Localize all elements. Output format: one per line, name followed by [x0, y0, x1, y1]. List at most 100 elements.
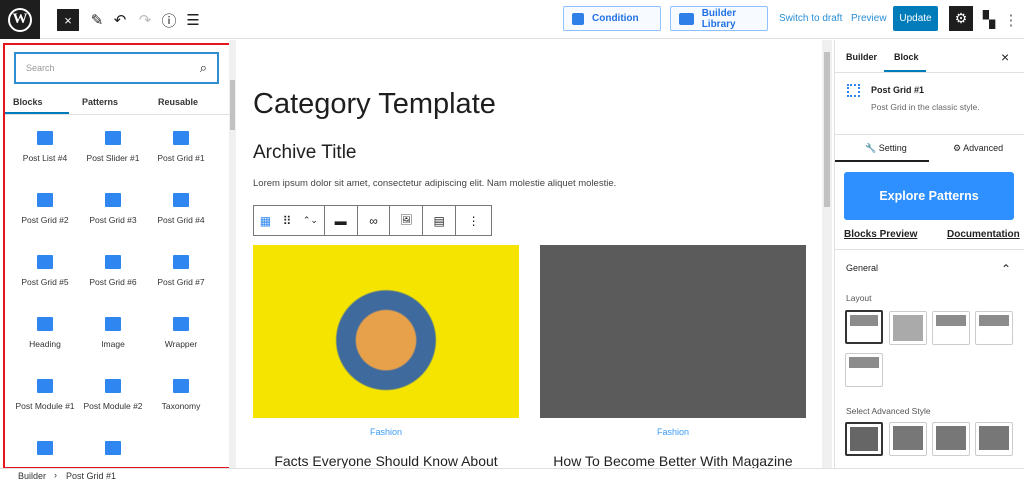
more-options-icon[interactable]: ⋮ — [1004, 9, 1019, 31]
block-icon — [37, 131, 53, 145]
tab-reusable[interactable]: Reusable — [158, 97, 198, 107]
general-section-header[interactable]: General — [846, 263, 878, 273]
settings-gear-button[interactable]: ⚙ — [949, 6, 973, 31]
block-icon — [37, 317, 53, 331]
condition-button[interactable]: Condition — [563, 6, 661, 31]
block-item[interactable]: Post Grid #6 — [79, 255, 147, 287]
close-inserter-button[interactable]: × — [57, 9, 79, 31]
block-item[interactable]: Post Module #2 — [79, 379, 147, 411]
style-option-2[interactable] — [889, 422, 927, 456]
archive-description[interactable]: Lorem ipsum dolor sit amet, consectetur … — [253, 178, 616, 189]
block-item[interactable]: Post List #4 — [11, 131, 79, 163]
block-toolbar: ▦ ⠿ ⌃⌄ ▬ ∞ 🖼 ▤ ⋮ — [253, 205, 492, 236]
block-item[interactable] — [11, 441, 79, 463]
block-item[interactable]: Post Slider #1 — [79, 131, 147, 163]
post-title[interactable]: Facts Everyone Should Know About — [253, 453, 519, 468]
block-icon — [105, 193, 121, 207]
preview-button[interactable]: Preview — [851, 13, 887, 24]
archive-title[interactable]: Archive Title — [253, 142, 356, 164]
edit-tool-icon[interactable]: ✎ — [86, 9, 108, 31]
search-input[interactable]: Search ⌕ — [14, 52, 219, 84]
tab-divider — [5, 114, 229, 115]
layout-option-1[interactable] — [845, 310, 883, 344]
tab-block[interactable]: Block — [894, 52, 919, 62]
block-icon — [105, 255, 121, 269]
layout-option-2[interactable] — [889, 311, 927, 345]
post-image-woman-yellow[interactable] — [253, 245, 519, 418]
block-icon — [105, 131, 121, 145]
block-label: Post List #4 — [22, 153, 68, 163]
post-category[interactable]: Fashion — [253, 427, 519, 437]
link-icon[interactable]: ∞ — [358, 206, 391, 235]
redo-icon[interactable]: ↷ — [134, 9, 156, 31]
builder-library-button[interactable]: Builder Library — [670, 6, 768, 31]
more-options-icon[interactable]: ⋮ — [456, 206, 491, 235]
block-icon — [173, 317, 189, 331]
library-icon — [679, 12, 694, 25]
post-image-flatlay[interactable] — [540, 245, 806, 418]
editor-canvas: Category Template Archive Title Lorem ip… — [236, 40, 822, 468]
canvas-scrollbar[interactable] — [822, 40, 832, 468]
layout-option-3[interactable] — [932, 311, 970, 345]
block-item[interactable] — [79, 441, 147, 463]
post-category[interactable]: Fashion — [540, 427, 806, 437]
block-item[interactable]: Post Grid #5 — [11, 255, 79, 287]
block-item[interactable]: Taxonomy — [147, 379, 215, 411]
block-item[interactable]: Post Grid #3 — [79, 193, 147, 225]
image-icon[interactable]: 🖼 — [390, 206, 424, 235]
close-sidebar-icon[interactable]: × — [1001, 49, 1009, 65]
layout-option-4[interactable] — [975, 311, 1013, 345]
tab-advanced[interactable]: ⚙ Advanced — [953, 143, 1003, 154]
block-label: Post Grid #7 — [157, 277, 205, 287]
post-grid-block-icon[interactable]: ▦ — [260, 214, 271, 228]
block-item[interactable]: Wrapper — [147, 317, 215, 349]
block-item[interactable]: Post Module #1 — [11, 379, 79, 411]
post-title[interactable]: How To Become Better With Magazine — [540, 453, 806, 468]
layout-option-5[interactable] — [845, 353, 883, 387]
block-label: Post Grid #3 — [89, 215, 137, 225]
drag-handle-icon[interactable]: ⠿ — [283, 214, 292, 228]
undo-icon[interactable]: ↶ — [109, 9, 131, 31]
explore-patterns-button[interactable]: Explore Patterns — [844, 172, 1014, 220]
advanced-label: Advanced — [963, 143, 1004, 153]
block-item[interactable]: Post Grid #7 — [147, 255, 215, 287]
tab-blocks[interactable]: Blocks — [13, 97, 43, 107]
block-item[interactable]: Post Grid #4 — [147, 193, 215, 225]
style-option-3[interactable] — [932, 422, 970, 456]
block-icon — [105, 317, 121, 331]
tab-builder[interactable]: Builder — [846, 52, 877, 62]
update-button[interactable]: Update — [893, 6, 938, 31]
block-label: Post Module #1 — [15, 401, 75, 411]
tab-setting[interactable]: 🔧 Setting — [865, 143, 907, 154]
info-icon[interactable]: ⓘ — [158, 9, 180, 31]
block-icon — [173, 193, 189, 207]
block-item[interactable]: Post Grid #1 — [147, 131, 215, 163]
documentation-link[interactable]: Documentation — [947, 229, 1020, 240]
block-item[interactable]: Heading — [11, 317, 79, 349]
block-item[interactable]: Post Grid #2 — [11, 193, 79, 225]
wordpress-logo-button[interactable]: W — [0, 0, 40, 39]
style-option-1[interactable] — [845, 422, 883, 456]
page-title[interactable]: Category Template — [253, 88, 496, 121]
inserter-scrollbar[interactable] — [229, 40, 236, 468]
layout-blocks-icon[interactable]: ▚ — [978, 9, 1000, 31]
list-view-icon[interactable]: ☰ — [182, 9, 204, 31]
search-placeholder: Search — [26, 63, 55, 73]
advanced-style-label: Select Advanced Style — [846, 406, 931, 416]
move-up-down-icon[interactable]: ⌃⌄ — [303, 215, 318, 226]
style-option-4[interactable] — [975, 422, 1013, 456]
table-icon[interactable]: ▤ — [423, 206, 457, 235]
breadcrumb-post-grid[interactable]: Post Grid #1 — [66, 471, 116, 481]
breadcrumb: Builder › Post Grid #1 — [0, 468, 1024, 482]
block-icon — [37, 193, 53, 207]
block-label: Post Grid #1 — [157, 153, 205, 163]
tab-patterns[interactable]: Patterns — [82, 97, 118, 107]
blocks-preview-link[interactable]: Blocks Preview — [844, 229, 917, 240]
block-icon — [105, 441, 121, 455]
align-icon[interactable]: ▬ — [325, 206, 358, 235]
block-item[interactable]: Image — [79, 317, 147, 349]
switch-to-draft-button[interactable]: Switch to draft — [779, 13, 842, 24]
active-subtab-indicator — [835, 160, 929, 162]
chevron-up-icon[interactable]: ⌃ — [1001, 262, 1011, 276]
breadcrumb-builder[interactable]: Builder — [18, 471, 46, 481]
